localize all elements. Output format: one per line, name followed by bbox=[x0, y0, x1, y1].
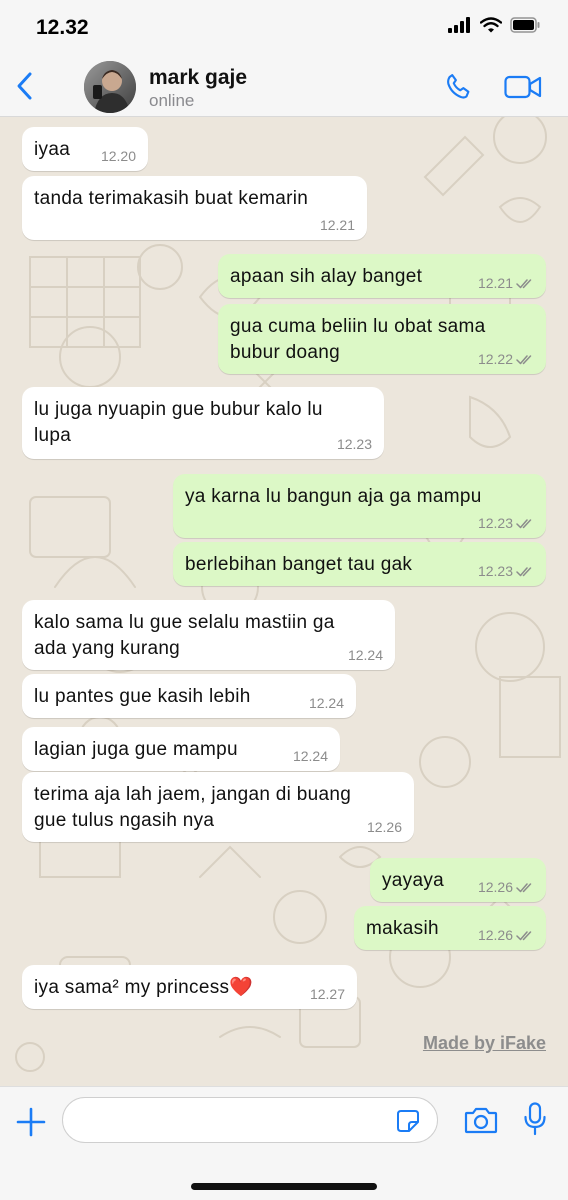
message-time: 12.27 bbox=[309, 986, 345, 1002]
attach-button[interactable] bbox=[14, 1105, 48, 1139]
message-time: 12.23 bbox=[336, 436, 372, 452]
voice-call-button[interactable] bbox=[442, 70, 476, 104]
message-timestamp: 12.20 bbox=[101, 148, 136, 164]
message-timestamp: 12.23 bbox=[337, 436, 372, 452]
contact-status: online bbox=[149, 91, 195, 110]
video-call-button[interactable] bbox=[502, 70, 544, 104]
message-time: 12.20 bbox=[100, 148, 136, 164]
message-timestamp: 12.24 bbox=[293, 748, 328, 764]
message-outgoing[interactable]: yayaya 12.26 bbox=[370, 858, 546, 902]
status-icons bbox=[448, 17, 540, 33]
status-bar: 12.32 bbox=[0, 0, 568, 58]
message-time: 12.26 bbox=[477, 879, 513, 895]
double-check-icon bbox=[516, 518, 532, 528]
message-incoming[interactable]: iyaa 12.20 bbox=[22, 127, 148, 171]
message-timestamp: 12.22 bbox=[478, 351, 534, 367]
status-time: 12.32 bbox=[36, 16, 89, 39]
double-check-icon bbox=[516, 354, 532, 364]
message-input[interactable] bbox=[62, 1097, 438, 1143]
plus-icon bbox=[16, 1107, 46, 1137]
chat-header: mark gaje online bbox=[0, 58, 568, 117]
message-time: 12.21 bbox=[477, 275, 513, 291]
signal-icon bbox=[448, 17, 470, 33]
microphone-button[interactable] bbox=[520, 1100, 550, 1138]
home-indicator[interactable] bbox=[191, 1183, 377, 1190]
chevron-left-icon bbox=[17, 72, 32, 100]
message-timestamp: 12.24 bbox=[309, 695, 344, 711]
message-incoming[interactable]: kalo sama lu gue selalu mastiin ga ada y… bbox=[22, 600, 395, 670]
message-time: 12.24 bbox=[292, 748, 328, 764]
wifi-icon bbox=[480, 17, 502, 33]
message-text: ya karna lu bangun aja ga mampu bbox=[185, 486, 482, 507]
message-incoming[interactable]: lu juga nyuapin gue bubur kalo lu lupa 1… bbox=[22, 387, 384, 459]
message-time: 12.21 bbox=[319, 217, 355, 233]
message-time: 12.23 bbox=[477, 515, 513, 531]
message-timestamp: 12.21 bbox=[478, 275, 534, 291]
avatar-photo bbox=[84, 61, 136, 113]
message-text: terima aja lah jaem, jangan di buang gue… bbox=[34, 784, 352, 831]
input-bar bbox=[0, 1086, 568, 1200]
message-text: lu juga nyuapin gue bubur kalo lu lupa bbox=[34, 399, 323, 446]
back-button[interactable] bbox=[8, 66, 42, 106]
message-text: tanda terimakasih buat kemarin bbox=[34, 188, 309, 209]
message-timestamp: 12.23 bbox=[478, 563, 534, 579]
message-time: 12.24 bbox=[308, 695, 344, 711]
message-text: lagian juga gue mampu bbox=[34, 739, 238, 760]
message-outgoing[interactable]: ya karna lu bangun aja ga mampu 12.23 bbox=[173, 474, 546, 538]
message-text: iya sama² my princess❤️ bbox=[34, 977, 254, 998]
battery-icon bbox=[510, 17, 540, 33]
message-incoming[interactable]: tanda terimakasih buat kemarin 12.21 bbox=[22, 176, 367, 240]
message-outgoing[interactable]: gua cuma beliin lu obat sama bubur doang… bbox=[218, 304, 546, 374]
watermark: Made by iFake bbox=[422, 1033, 546, 1053]
contact-name[interactable]: mark gaje bbox=[149, 66, 247, 90]
message-timestamp: 12.26 bbox=[478, 927, 534, 943]
double-check-icon bbox=[516, 566, 532, 576]
sticker-icon bbox=[397, 1110, 419, 1132]
message-incoming[interactable]: lu pantes gue kasih lebih 12.24 bbox=[22, 674, 356, 718]
message-time: 12.23 bbox=[477, 563, 513, 579]
message-incoming[interactable]: iya sama² my princess❤️ 12.27 bbox=[22, 965, 357, 1009]
message-time: 12.24 bbox=[347, 647, 383, 663]
camera-button[interactable] bbox=[462, 1103, 500, 1137]
message-outgoing[interactable]: berlebihan banget tau gak 12.23 bbox=[173, 542, 546, 586]
message-timestamp: 12.27 bbox=[310, 986, 345, 1002]
chat-area[interactable]: iyaa 12.20 tanda terimakasih buat kemari… bbox=[0, 117, 568, 1086]
message-timestamp: 12.26 bbox=[367, 819, 402, 835]
message-timestamp: 12.26 bbox=[478, 879, 534, 895]
message-time: 12.26 bbox=[366, 819, 402, 835]
message-time: 12.26 bbox=[477, 927, 513, 943]
message-incoming[interactable]: terima aja lah jaem, jangan di buang gue… bbox=[22, 772, 414, 842]
message-timestamp: 12.21 bbox=[320, 217, 355, 233]
message-timestamp: 12.23 bbox=[478, 515, 534, 531]
double-check-icon bbox=[516, 278, 532, 288]
message-text: lu pantes gue kasih lebih bbox=[34, 686, 251, 707]
microphone-icon bbox=[524, 1102, 546, 1136]
double-check-icon bbox=[516, 930, 532, 940]
video-camera-icon bbox=[504, 75, 542, 99]
message-time: 12.22 bbox=[477, 351, 513, 367]
camera-icon bbox=[464, 1107, 498, 1134]
avatar[interactable] bbox=[84, 61, 136, 113]
message-outgoing[interactable]: apaan sih alay banget 12.21 bbox=[218, 254, 546, 298]
message-outgoing[interactable]: makasih 12.26 bbox=[354, 906, 546, 950]
double-check-icon bbox=[516, 882, 532, 892]
message-text: kalo sama lu gue selalu mastiin ga ada y… bbox=[34, 612, 335, 659]
phone-icon bbox=[447, 74, 470, 99]
sticker-button[interactable] bbox=[395, 1108, 421, 1134]
message-timestamp: 12.24 bbox=[348, 647, 383, 663]
message-incoming[interactable]: lagian juga gue mampu 12.24 bbox=[22, 727, 340, 771]
